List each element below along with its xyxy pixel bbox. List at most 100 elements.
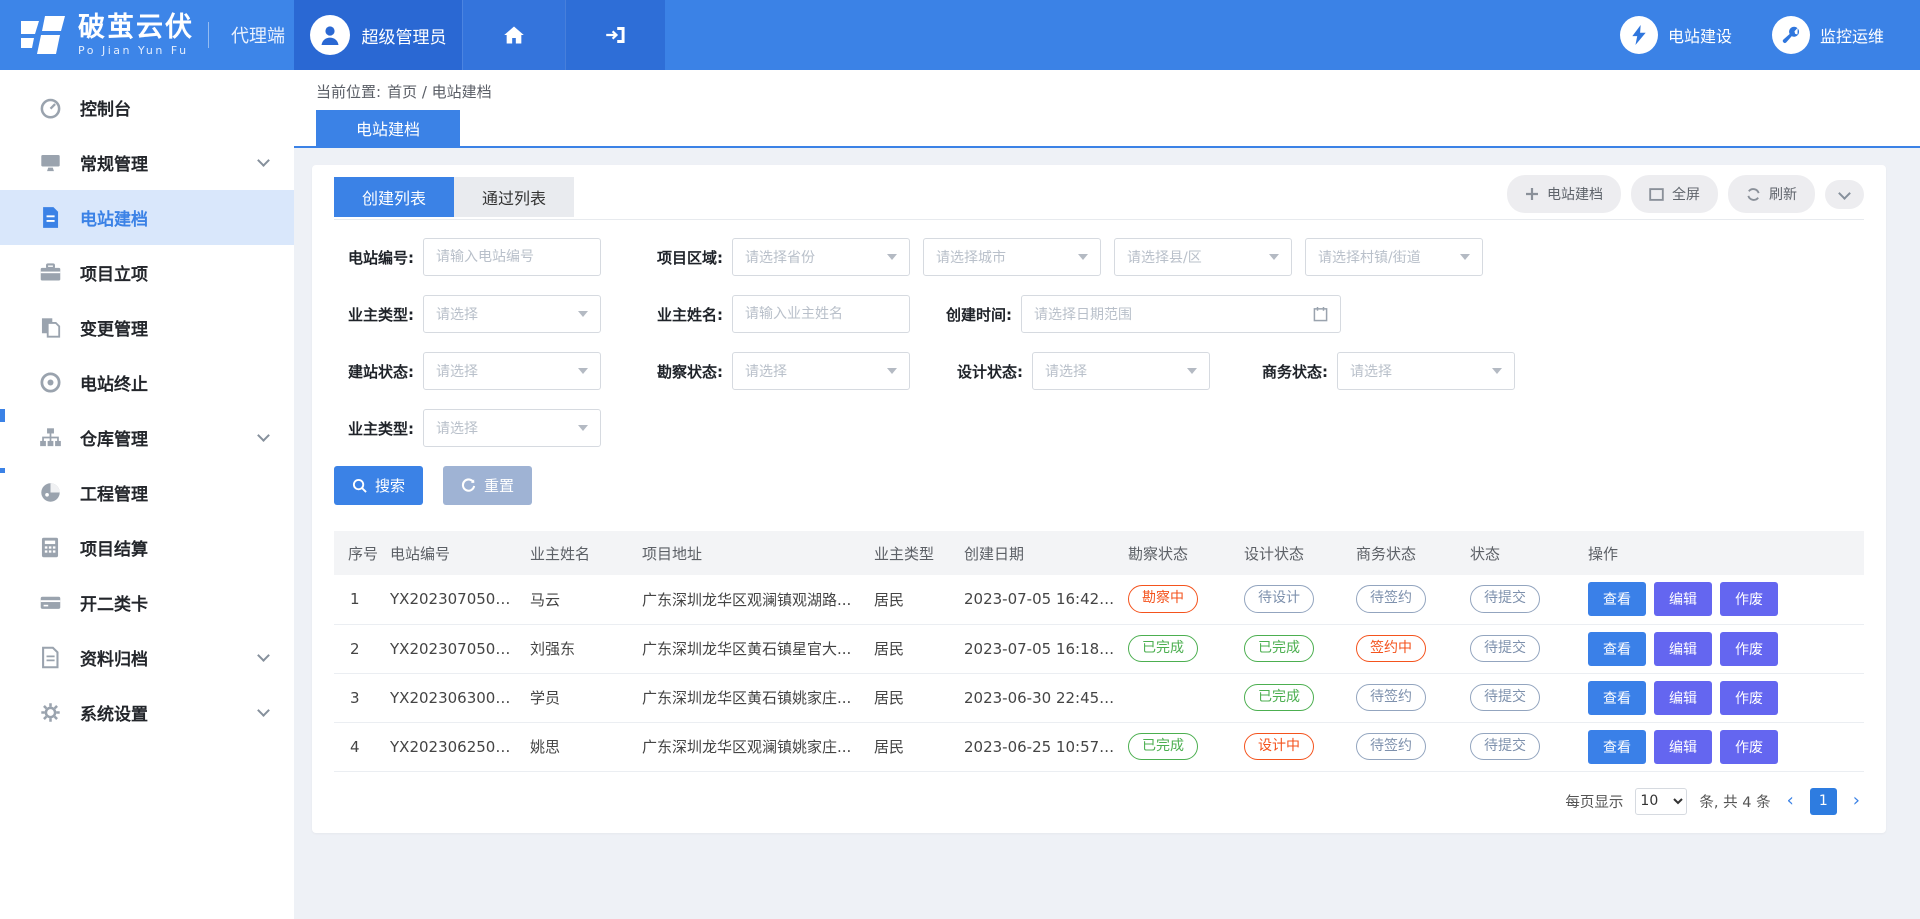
sidebar: 控制台 常规管理 电站建档 项目立项 变更管理	[0, 70, 294, 919]
fullscreen-icon	[1649, 188, 1664, 201]
status-badge: 待提交	[1470, 635, 1540, 663]
content-area: 创建列表 通过列表 电站建档 全屏 刷新	[294, 148, 1920, 919]
status-badge: 已完成	[1128, 635, 1198, 663]
sidebar-item-warehouse-mgmt[interactable]: 仓库管理	[0, 410, 294, 465]
design-status-select[interactable]: 请选择	[1032, 352, 1210, 390]
sidebar-item-change-mgmt[interactable]: 变更管理	[0, 300, 294, 355]
tab-passed-list[interactable]: 通过列表	[454, 177, 574, 217]
province-select[interactable]: 请选择省份	[732, 238, 910, 276]
town-select[interactable]: 请选择村镇/街道	[1305, 238, 1483, 276]
pagination: 每页显示 10 条, 共 4 条 ‹ 1 ›	[334, 788, 1864, 815]
void-button[interactable]: 作废	[1720, 582, 1778, 616]
divider	[208, 22, 209, 48]
record-icon	[38, 371, 62, 395]
caret-down-icon	[1078, 254, 1088, 260]
survey-status-select[interactable]: 请选择	[732, 352, 910, 390]
sidebar-item-engineering-mgmt[interactable]: 工程管理	[0, 465, 294, 520]
nav-station-build[interactable]: 电站建设	[1620, 16, 1732, 54]
void-button[interactable]: 作废	[1720, 632, 1778, 666]
breadcrumb-path[interactable]: 首页 / 电站建档	[387, 81, 492, 102]
per-page-select[interactable]: 10	[1635, 788, 1687, 815]
void-button[interactable]: 作废	[1720, 730, 1778, 764]
filter-label-create-time: 创建时间:	[932, 304, 1012, 325]
table-header-row: 序号 电站编号 业主姓名 项目地址 业主类型 创建日期 勘察状态 设计状态 商务…	[334, 531, 1864, 575]
county-select[interactable]: 请选择县/区	[1114, 238, 1292, 276]
owner-type-select[interactable]: 请选择	[423, 295, 601, 333]
edit-button[interactable]: 编辑	[1654, 730, 1712, 764]
caret-down-icon	[1269, 254, 1279, 260]
caret-down-icon	[1460, 254, 1470, 260]
monitor-icon	[38, 151, 62, 175]
station-table: 序号 电站编号 业主姓名 项目地址 业主类型 创建日期 勘察状态 设计状态 商务…	[334, 531, 1864, 772]
next-page-button[interactable]: ›	[1849, 792, 1864, 810]
refresh-icon	[1746, 187, 1761, 202]
status-badge: 待提交	[1470, 733, 1540, 761]
reset-button[interactable]: 重置	[443, 466, 532, 505]
create-station-button[interactable]: 电站建档	[1507, 175, 1621, 213]
void-button[interactable]: 作废	[1720, 681, 1778, 715]
sitemap-icon	[38, 426, 62, 450]
prev-page-button[interactable]: ‹	[1783, 792, 1798, 810]
caret-down-icon	[578, 311, 588, 317]
user-icon	[317, 22, 343, 48]
owner-type2-select[interactable]: 请选择	[423, 409, 601, 447]
view-button[interactable]: 查看	[1588, 730, 1646, 764]
collapse-toolbar-button[interactable]	[1825, 180, 1864, 209]
archive-file-icon	[38, 646, 62, 670]
search-button[interactable]: 搜索	[334, 466, 423, 505]
sidebar-item-console[interactable]: 控制台	[0, 80, 294, 135]
owner-name-input[interactable]	[732, 295, 910, 333]
sidebar-item-general-mgmt[interactable]: 常规管理	[0, 135, 294, 190]
bolt-icon	[1630, 25, 1648, 45]
app-title: 破茧云伏	[78, 14, 194, 42]
sidebar-item-class2-card[interactable]: 开二类卡	[0, 575, 294, 630]
build-status-select[interactable]: 请选择	[423, 352, 601, 390]
filter-label-station-no: 电站编号:	[334, 247, 414, 268]
user-menu[interactable]: 超级管理员	[294, 0, 462, 70]
refresh-button[interactable]: 刷新	[1728, 175, 1815, 213]
total-count-label: 条, 共 4 条	[1699, 791, 1770, 812]
sidebar-item-station-termination[interactable]: 电站终止	[0, 355, 294, 410]
station-no-input[interactable]	[423, 238, 601, 276]
current-page-button[interactable]: 1	[1810, 788, 1837, 815]
home-button[interactable]	[462, 0, 565, 70]
sidebar-item-system-settings[interactable]: 系统设置	[0, 685, 294, 740]
edit-button[interactable]: 编辑	[1654, 681, 1712, 715]
status-badge: 待签约	[1356, 684, 1426, 712]
gauge-icon	[38, 481, 62, 505]
sidebar-item-project-initiation[interactable]: 项目立项	[0, 245, 294, 300]
calendar-icon	[1313, 306, 1328, 322]
status-badge: 待提交	[1470, 585, 1540, 613]
avatar	[310, 15, 350, 55]
table-row: 3 YX2023063000009 学员 广东深圳龙华区黄石镇姚家庄... 居民…	[334, 673, 1864, 722]
tab-create-list[interactable]: 创建列表	[334, 177, 454, 217]
sidebar-item-project-settlement[interactable]: 项目结算	[0, 520, 294, 575]
status-badge: 签约中	[1356, 635, 1426, 663]
chevron-down-icon	[1838, 187, 1851, 200]
sidebar-scrollbar-marker	[0, 409, 5, 422]
filter-label-business-status: 商务状态:	[1248, 361, 1328, 382]
filter-form: 电站编号: 项目区域: 请选择省份 请选择城市 请选择县/区 请选择村镇/街道	[334, 238, 1864, 505]
edit-button[interactable]: 编辑	[1654, 582, 1712, 616]
fullscreen-button[interactable]: 全屏	[1631, 175, 1718, 213]
edit-button[interactable]: 编辑	[1654, 632, 1712, 666]
view-button[interactable]: 查看	[1588, 632, 1646, 666]
chevron-down-icon	[257, 429, 270, 442]
business-status-select[interactable]: 请选择	[1337, 352, 1515, 390]
status-badge: 勘察中	[1128, 585, 1198, 613]
status-badge: 已完成	[1128, 733, 1198, 761]
logout-button[interactable]	[565, 0, 665, 70]
view-button[interactable]: 查看	[1588, 681, 1646, 715]
briefcase-icon	[38, 261, 62, 285]
sidebar-item-archive[interactable]: 资料归档	[0, 630, 294, 685]
page-tab-station-filing[interactable]: 电站建档	[316, 110, 460, 146]
date-range-picker[interactable]: 请选择日期范围	[1021, 295, 1341, 333]
app-subtitle: Po Jian Yun Fu	[78, 45, 194, 57]
nav-monitor-ops[interactable]: 监控运维	[1772, 16, 1884, 54]
filter-label-survey-status: 勘察状态:	[643, 361, 723, 382]
city-select[interactable]: 请选择城市	[923, 238, 1101, 276]
caret-down-icon	[578, 425, 588, 431]
breadcrumb-prefix: 当前位置:	[316, 81, 381, 102]
view-button[interactable]: 查看	[1588, 582, 1646, 616]
sidebar-item-station-filing[interactable]: 电站建档	[0, 190, 294, 245]
